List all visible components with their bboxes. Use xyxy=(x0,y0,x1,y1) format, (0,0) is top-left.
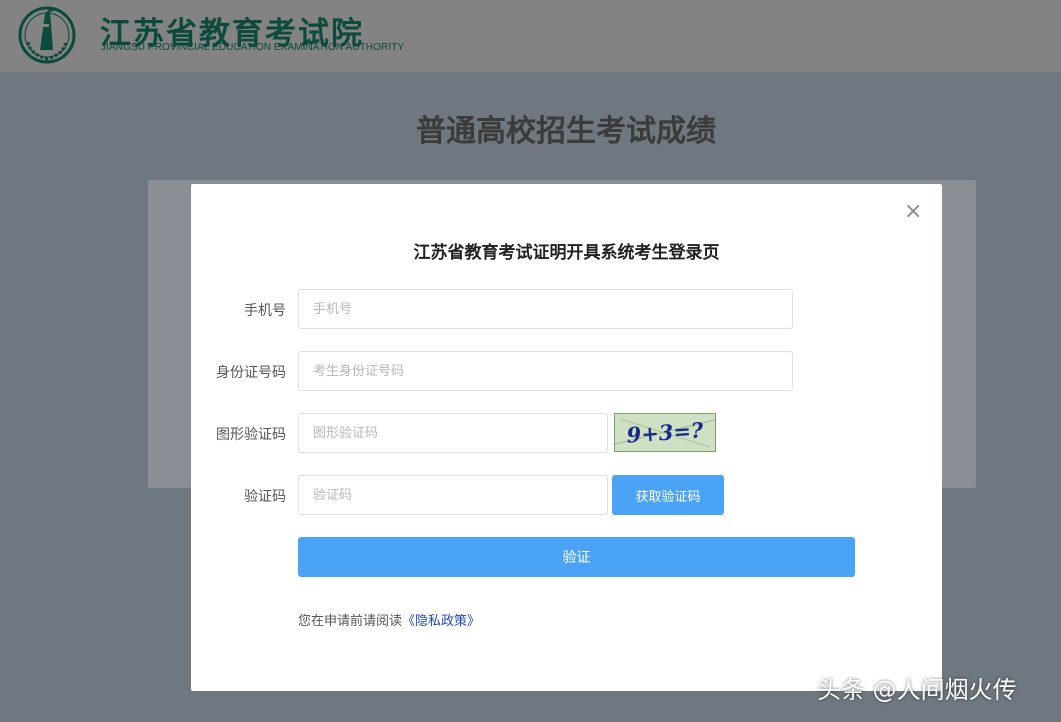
phone-label: 手机号 xyxy=(244,303,286,319)
phone-input[interactable] xyxy=(298,289,793,329)
captcha-text: 9+3=? xyxy=(626,417,705,447)
id-number-input[interactable] xyxy=(298,351,793,391)
captcha-input[interactable] xyxy=(298,413,608,453)
get-code-button[interactable]: 获取验证码 xyxy=(612,475,724,515)
privacy-policy-link[interactable]: 《隐私政策》 xyxy=(402,614,480,629)
verify-button[interactable]: 验证 xyxy=(298,537,855,577)
captcha-image[interactable]: 9+3=? xyxy=(614,413,716,452)
modal-title: 江苏省教育考试证明开具系统考生登录页 xyxy=(413,243,720,263)
privacy-notice: 您在申请前请阅读《隐私政策》 xyxy=(298,610,480,629)
close-icon[interactable]: × xyxy=(904,201,922,223)
id-number-label: 身份证号码 xyxy=(216,365,286,381)
exam-authority-emblem-icon xyxy=(18,6,76,64)
page-title: 普通高校招生考试成绩 xyxy=(416,114,716,149)
login-modal: × 江苏省教育考试证明开具系统考生登录页 手机号 身份证号码 图形验证码 9+3… xyxy=(191,184,942,691)
privacy-prefix: 您在申请前请阅读 xyxy=(298,614,403,629)
captcha-graphic: 9+3=? xyxy=(615,417,715,448)
watermark: 头条 @人间烟火传 xyxy=(817,676,1017,704)
org-name-en: JIANGSU PROVINCIAL EDUCATION EXAMINATION… xyxy=(101,42,405,53)
captcha-label: 图形验证码 xyxy=(216,427,286,443)
sms-code-input[interactable] xyxy=(298,475,608,515)
site-header: 江苏省教育考试院 JIANGSU PROVINCIAL EDUCATION EX… xyxy=(0,0,1061,73)
sms-code-label: 验证码 xyxy=(244,489,286,505)
